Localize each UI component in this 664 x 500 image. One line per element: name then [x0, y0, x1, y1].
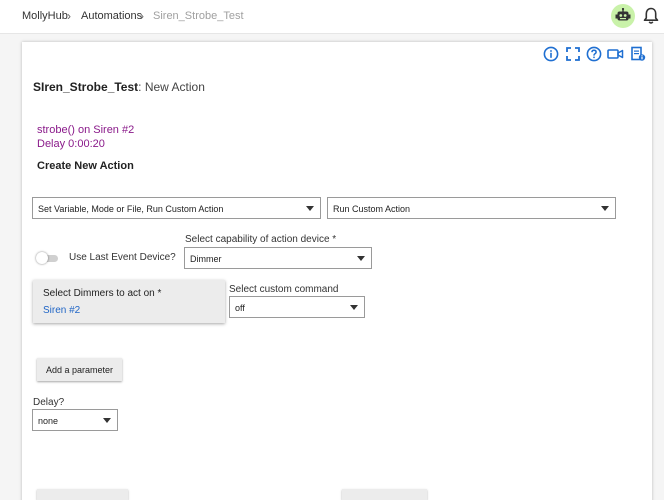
- page-title: SIren_Strobe_Test: New Action: [33, 80, 205, 94]
- add-parameter-button[interactable]: Add a parameter: [37, 358, 122, 381]
- device-selector[interactable]: Select Dimmers to act on * Siren #2: [33, 280, 225, 323]
- action-type-select[interactable]: Set Variable, Mode or File, Run Custom A…: [32, 197, 321, 219]
- dropdown-arrow-icon: [103, 418, 111, 423]
- action-card: [22, 42, 652, 500]
- chevron-right-icon: ›: [140, 9, 144, 23]
- breadcrumb-current: Siren_Strobe_Test: [153, 10, 244, 22]
- dropdown-arrow-icon: [306, 206, 314, 211]
- dropdown-arrow-icon: [350, 305, 358, 310]
- capability-select[interactable]: Dimmer: [184, 247, 372, 269]
- breadcrumb-home[interactable]: MollyHub: [22, 10, 68, 22]
- action-summary-line: strobe() on Siren #2: [37, 124, 135, 136]
- bell-icon[interactable]: [643, 7, 659, 25]
- help-icon[interactable]: [586, 46, 602, 62]
- chevron-right-icon: ›: [67, 9, 71, 23]
- delay-label: Delay?: [33, 397, 65, 408]
- device-selector-label: Select Dimmers to act on *: [43, 288, 162, 299]
- dropdown-arrow-icon: [601, 206, 609, 211]
- command-label: Select custom command: [229, 284, 339, 295]
- bottom-button-left[interactable]: [37, 489, 128, 500]
- use-last-event-label: Use Last Event Device?: [69, 252, 176, 263]
- device-selector-value: Siren #2: [43, 305, 81, 316]
- document-icon[interactable]: [630, 46, 646, 62]
- toggle-knob: [36, 252, 48, 264]
- section-heading: Create New Action: [37, 160, 134, 172]
- breadcrumb-automations[interactable]: Automations: [81, 10, 142, 22]
- robot-icon[interactable]: [611, 4, 635, 28]
- capability-label: Select capability of action device *: [185, 234, 337, 245]
- delay-select[interactable]: none: [32, 409, 118, 431]
- bottom-button-right[interactable]: [342, 489, 427, 500]
- use-last-event-toggle[interactable]: [36, 252, 60, 264]
- info-icon[interactable]: [543, 46, 559, 62]
- top-bar: MollyHub › Automations › Siren_Strobe_Te…: [0, 0, 664, 34]
- video-icon[interactable]: [607, 46, 624, 62]
- fullscreen-icon[interactable]: [565, 46, 581, 62]
- delay-summary-line: Delay 0:00:20: [37, 138, 105, 150]
- dropdown-arrow-icon: [357, 256, 365, 261]
- action-select[interactable]: Run Custom Action: [327, 197, 616, 219]
- command-select[interactable]: off: [229, 296, 365, 318]
